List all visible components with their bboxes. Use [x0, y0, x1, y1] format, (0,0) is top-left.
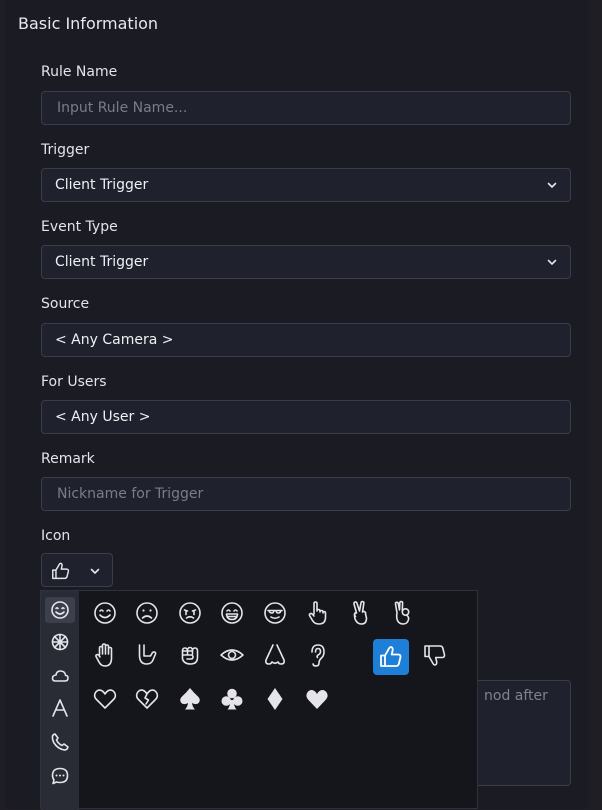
category-smiley-face[interactable] — [45, 597, 75, 623]
club-icon-option[interactable] — [214, 681, 250, 717]
heart-outline-icon-option[interactable] — [87, 681, 123, 717]
heart-filled-icon — [306, 690, 328, 709]
laughing-face-icon-option[interactable] — [214, 595, 250, 631]
thumbs-up-icon — [52, 562, 70, 580]
cool-face-icon-option[interactable] — [257, 595, 293, 631]
thumbs-up-icon-option[interactable] — [373, 639, 409, 675]
heart-outline-icon — [93, 689, 117, 709]
eye-icon — [220, 649, 244, 661]
remark-input-wrapper — [41, 477, 571, 511]
event-type-select-value: Client Trigger — [55, 254, 149, 270]
text-letter-icon — [52, 699, 68, 717]
open-hand-icon — [95, 643, 113, 667]
trigger-select[interactable]: Client Trigger — [41, 168, 571, 202]
event-type-select[interactable]: Client Trigger — [41, 245, 571, 279]
source-field[interactable]: < Any Camera > — [41, 323, 571, 357]
smiley-face-icon — [51, 601, 69, 619]
sad-face-icon — [136, 602, 158, 624]
phone-icon — [51, 733, 69, 751]
section-title: Basic Information — [18, 14, 159, 33]
nose-icon-option[interactable] — [257, 637, 293, 673]
chat-bubble-icon — [51, 767, 69, 785]
ear-icon — [311, 644, 325, 667]
broken-heart-icon — [135, 689, 159, 709]
fist-icon — [181, 646, 199, 665]
thumb-hand-icon-option[interactable] — [129, 637, 165, 673]
ok-hand-icon — [394, 600, 410, 625]
cloud-icon — [51, 670, 69, 682]
trigger-label: Trigger — [41, 142, 90, 158]
for-users-field[interactable]: < Any User > — [41, 400, 571, 434]
rule-name-input[interactable] — [55, 99, 557, 117]
chevron-down-icon — [547, 182, 557, 188]
nose-icon — [265, 644, 285, 665]
trigger-select-value: Client Trigger — [55, 177, 149, 193]
smiling-face-icon — [94, 602, 116, 624]
chevron-down-icon — [547, 259, 557, 265]
icon-label: Icon — [41, 528, 71, 544]
ear-icon-option[interactable] — [299, 637, 335, 673]
pointing-hand-icon-option[interactable] — [299, 595, 335, 631]
crying-face-icon — [179, 602, 201, 624]
icon-picker-popup — [40, 590, 478, 810]
laughing-face-icon — [221, 602, 243, 624]
icon-category-sidebar — [41, 591, 79, 810]
activity-icon — [51, 633, 69, 651]
source-value: < Any Camera > — [55, 332, 174, 348]
club-icon — [221, 688, 243, 710]
rule-name-input-wrapper — [41, 91, 571, 125]
victory-hand-icon — [353, 600, 368, 625]
sad-face-icon-option[interactable] — [129, 595, 165, 631]
remark-input[interactable] — [55, 485, 557, 503]
eye-icon-option[interactable] — [214, 637, 250, 673]
rule-name-label: Rule Name — [41, 64, 118, 80]
category-cloud[interactable] — [49, 665, 71, 687]
open-hand-icon-option[interactable] — [87, 637, 123, 673]
cool-face-icon — [264, 602, 286, 624]
victory-hand-icon-option[interactable] — [342, 595, 378, 631]
chevron-down-icon — [90, 568, 100, 574]
broken-heart-icon-option[interactable] — [129, 681, 165, 717]
icon-select[interactable] — [41, 553, 113, 587]
category-text-letter[interactable] — [49, 697, 71, 719]
pointing-hand-icon — [308, 601, 327, 625]
event-type-label: Event Type — [41, 219, 118, 235]
diamond-icon — [267, 688, 283, 710]
source-label: Source — [41, 296, 90, 312]
remark-label: Remark — [41, 451, 95, 467]
smiling-face-icon-option[interactable] — [87, 595, 123, 631]
thumbs-down-icon-option[interactable] — [417, 637, 453, 673]
for-users-label: For Users — [41, 374, 107, 390]
background-textarea-text: nod after — [484, 688, 548, 704]
fist-icon-option[interactable] — [172, 637, 208, 673]
category-phone[interactable] — [49, 731, 71, 753]
heart-filled-icon-option[interactable] — [299, 681, 335, 717]
diamond-icon-option[interactable] — [257, 681, 293, 717]
crying-face-icon-option[interactable] — [172, 595, 208, 631]
category-activity[interactable] — [49, 631, 71, 653]
spade-icon — [180, 688, 200, 710]
thumb-hand-icon — [138, 644, 157, 665]
thumbs-down-icon — [424, 645, 446, 666]
spade-icon-option[interactable] — [172, 681, 208, 717]
thumbs-up-icon — [380, 646, 402, 667]
for-users-value: < Any User > — [55, 409, 151, 425]
ok-hand-icon-option[interactable] — [384, 595, 420, 631]
category-chat-bubble[interactable] — [49, 765, 71, 787]
